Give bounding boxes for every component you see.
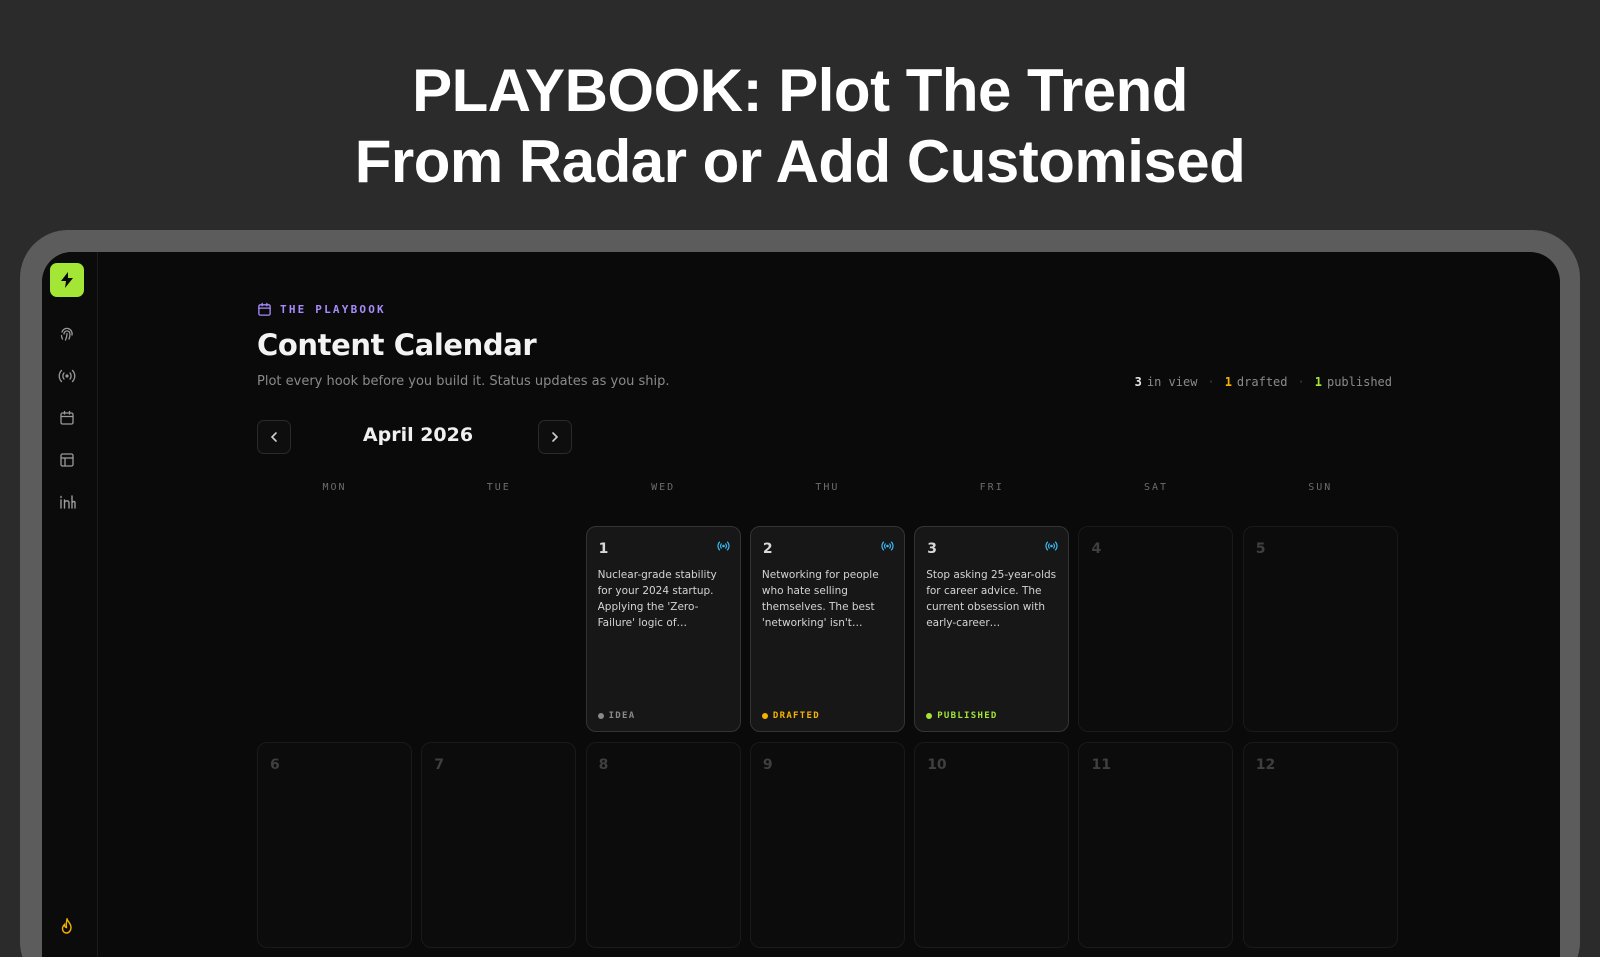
stat-in-view: 3 in view [1134,375,1198,389]
page-title: Content Calendar [257,328,537,362]
weekday-label: WED [651,482,676,493]
weekday-label: TUE [486,482,511,493]
linkedin-icon[interactable] [57,492,77,512]
main-content: THE PLAYBOOK Content Calendar Plot every… [257,252,1407,957]
status-dot [926,713,933,719]
app-window: THE PLAYBOOK Content Calendar Plot every… [42,252,1560,957]
card-hook-text: Stop asking 25-year-olds for career advi… [926,569,1057,629]
day-number: 12 [1255,757,1276,773]
day-number: 9 [762,757,773,773]
status-badge: PUBLISHED [926,711,997,721]
calendar-day-cell[interactable]: 7 [421,742,577,948]
calendar-day-card[interactable]: 1 Nuclear-grade stability for your 2024 … [585,526,741,732]
day-number: 4 [1091,541,1102,557]
calendar-spacer [421,526,576,732]
day-number: 10 [927,757,947,773]
month-label: April 2026 [362,424,474,446]
card-hook-text: Nuclear-grade stability for your 2024 st… [597,569,717,629]
stat-separator: · [1207,375,1215,389]
day-number: 2 [762,541,773,557]
prev-month-button[interactable] [257,420,291,454]
status-badge: DRAFTED [761,711,820,721]
status-summary: 3 in view · 1 drafted · 1 published [1135,375,1392,389]
calendar-day-cell[interactable]: 4 [1078,526,1234,732]
calendar-icon[interactable] [57,408,77,428]
eyebrow: THE PLAYBOOK [257,302,386,317]
status-label: PUBLISHED [937,711,998,721]
calendar-day-cell[interactable]: 10 [914,742,1070,948]
weekday-label: FRI [979,482,1004,493]
calendar-day-cell[interactable]: 12 [1242,742,1398,948]
calendar-day-cell[interactable]: 6 [257,742,412,948]
sidebar [42,252,98,957]
calendar-grid: 1 Nuclear-grade stability for your 2024 … [257,526,1398,948]
headline-line-2: From Radar or Add Customised [354,128,1246,195]
headline: PLAYBOOK: Plot The Trend From Radar or A… [0,55,1600,197]
calendar-day-card[interactable]: 3 Stop asking 25-year-olds for career ad… [914,526,1070,732]
weekday-label: SAT [1143,482,1169,493]
day-number: 6 [270,757,280,773]
radar-icon [1045,541,1058,551]
day-number: 1 [598,541,609,557]
day-number: 3 [927,541,937,557]
weekday-label: MON [322,482,347,493]
chevron-right-icon [552,432,559,442]
status-label: DRAFTED [772,711,820,721]
stat-separator: · [1297,375,1305,389]
day-number: 11 [1091,757,1111,773]
weekday-label: THU [815,482,840,493]
radar-icon[interactable] [57,366,77,386]
status-dot [761,713,768,719]
weekday-label: SUN [1308,482,1333,493]
chevron-left-icon [270,432,277,442]
bolt-icon[interactable] [50,263,84,297]
calendar-day-cell[interactable]: 8 [585,742,741,948]
calendar-day-cell[interactable]: 5 [1242,526,1398,732]
day-number: 7 [434,757,445,773]
calendar-icon [258,302,271,316]
radar-icon [881,541,894,551]
status-badge: IDEA [597,711,636,721]
stat-drafted: 1 drafted [1224,375,1288,389]
page-subtitle: Plot every hook before you build it. Sta… [257,374,670,389]
layout-icon[interactable] [57,450,77,470]
headline-line-1: PLAYBOOK: Plot The Trend [412,57,1188,124]
fingerprint-icon[interactable] [57,324,77,344]
stat-published: 1 published [1314,375,1392,389]
weekday-header: MON TUE WED THU FRI SAT SUN [257,482,1378,498]
status-dot [597,713,604,719]
radar-icon [716,541,730,551]
eyebrow-label: THE PLAYBOOK [280,303,386,316]
calendar-day-card[interactable]: 2 Networking for people who hate selling… [749,526,905,732]
calendar-spacer [257,526,412,732]
calendar-day-cell[interactable]: 9 [749,742,905,948]
calendar-day-cell[interactable]: 11 [1078,742,1234,948]
day-number: 5 [1255,541,1266,557]
status-label: IDEA [608,711,636,721]
flame-icon [57,916,77,936]
day-number: 8 [598,757,609,773]
next-month-button[interactable] [538,420,572,454]
card-hook-text: Networking for people who hate selling t… [761,569,879,629]
